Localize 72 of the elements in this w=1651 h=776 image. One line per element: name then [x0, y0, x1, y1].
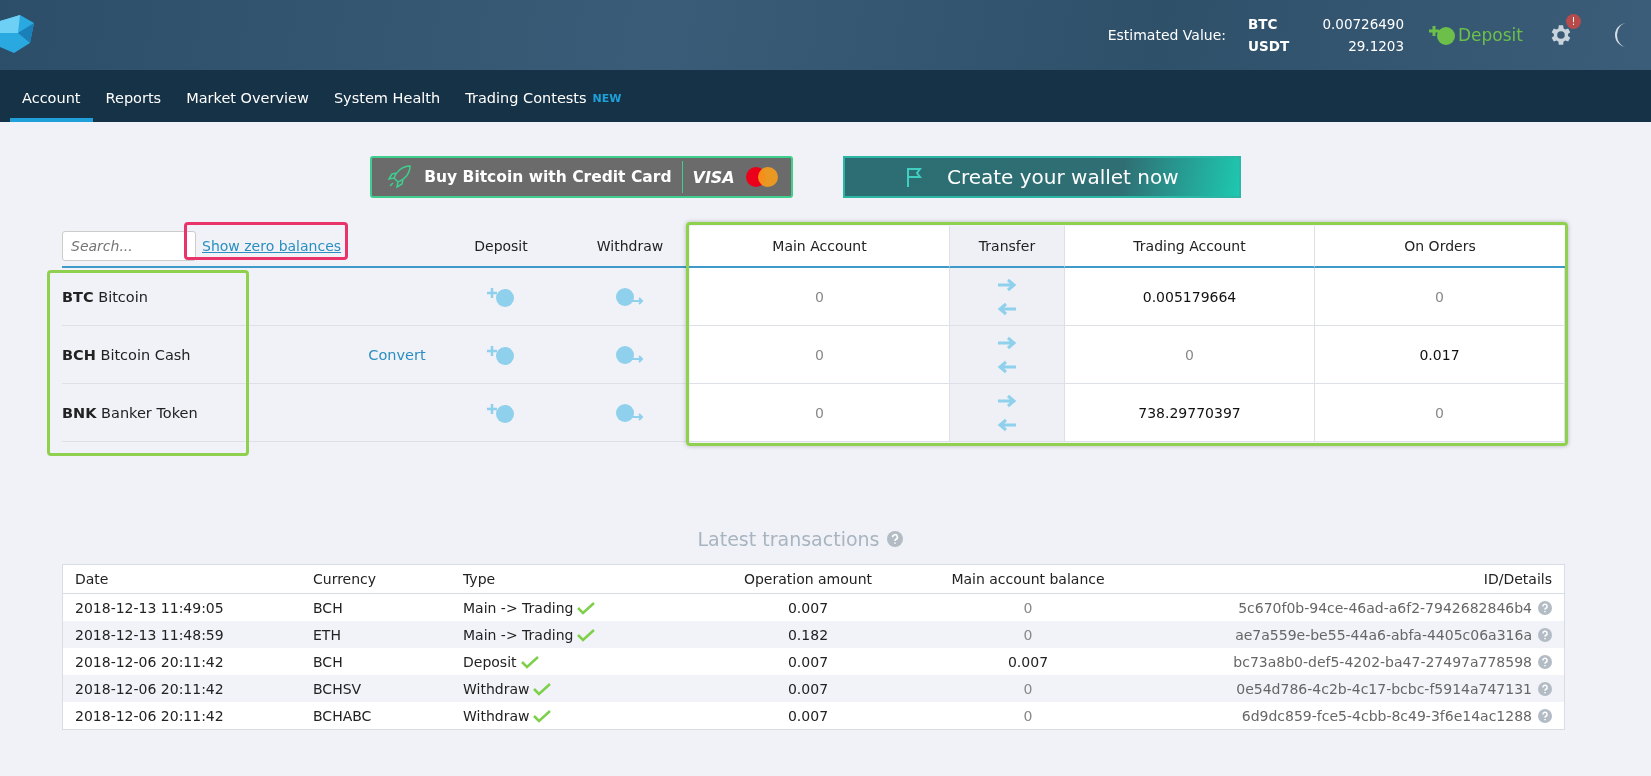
main-account-value: 0: [690, 268, 950, 326]
section-title: Latest transactions: [697, 528, 880, 550]
main-account-value: 0: [690, 384, 950, 442]
table-cell-text: 0.182: [786, 626, 830, 643]
buy-bitcoin-button[interactable]: Buy Bitcoin with Credit Card VISA: [370, 156, 793, 198]
on-orders-value: 0: [1315, 268, 1565, 326]
column-header: ID/Details: [1482, 571, 1553, 587]
new-label: NEW: [592, 91, 622, 105]
table-cell-text: 2018-12-13 11:48:59: [74, 626, 225, 643]
table-cell-text: 2018-12-13 11:49:05: [74, 599, 225, 616]
table-cell-text: 2018-12-06 20:11:42: [74, 653, 225, 670]
column-header: Main Account: [690, 226, 950, 268]
table-cell: 0e54d786-4c2b-4c17-bcbc-f5914a747131: [1236, 680, 1532, 697]
table-cell-text: BCHABC: [313, 707, 373, 724]
column-header: Main account balance: [950, 571, 1106, 587]
table-cell-text: BCHSV: [313, 680, 363, 697]
table-cell-text: 0: [1022, 680, 1034, 697]
table-cell-text: 0: [1022, 599, 1034, 616]
estimated-amount: 0.00726490: [1321, 16, 1404, 32]
column-header: Type: [463, 571, 497, 587]
on-orders-value: 0.017: [1315, 326, 1565, 384]
column-header: On Orders: [1315, 226, 1565, 268]
table-cell-text: 0: [1022, 707, 1034, 724]
column-header: Trading Account: [1065, 226, 1315, 268]
table-cell: bc73a8b0-def5-4202-ba47-27497a778598: [1233, 653, 1532, 670]
column-header: Operation amount: [742, 571, 874, 587]
nav-tab[interactable]: Market Overview: [174, 70, 321, 122]
nav-tab[interactable]: Reports: [93, 70, 174, 122]
table-cell-text: 0.007: [1006, 653, 1050, 670]
table-cell-text: BCH: [313, 599, 344, 616]
table-cell-text: 0.007: [786, 599, 830, 616]
column-header: Currency: [313, 571, 378, 587]
table-cell: 6d9dc859-fce5-4cbb-8c49-3f6e14ac1288: [1241, 707, 1532, 724]
nav-tab[interactable]: System Health: [321, 70, 453, 122]
estimated-value-label: Estimated Value:: [1107, 27, 1226, 43]
table-cell-text: 0: [1022, 626, 1034, 643]
table-cell: Withdraw: [463, 680, 530, 697]
table-cell: Main -> Trading: [463, 626, 574, 643]
coin-name: BCH Bitcoin Cash: [62, 346, 191, 363]
trading-account-value: 0: [1065, 326, 1315, 384]
card-brand-label: VISA: [692, 167, 735, 187]
table-cell-text: 0.007: [786, 707, 830, 724]
column-header: Deposit: [432, 226, 570, 268]
coin-name: BTC Bitcoin: [62, 288, 148, 305]
table-cell-text: BCH: [313, 653, 344, 670]
table-cell: Main -> Trading: [463, 599, 574, 616]
nav-tab[interactable]: Trading Contests NEW: [453, 70, 634, 122]
on-orders-value: 0: [1315, 384, 1565, 442]
nav-tab[interactable]: Account: [10, 70, 93, 122]
coin-name: BNK Banker Token: [62, 404, 198, 421]
search-field[interactable]: Search...: [62, 231, 196, 261]
column-header: Date: [74, 571, 110, 587]
table-cell: Withdraw: [463, 707, 530, 724]
table-cell-text: 0.007: [786, 680, 830, 697]
currency-code: BTC: [1248, 16, 1279, 32]
buy-bitcoin-label: Buy Bitcoin with Credit Card: [424, 168, 672, 186]
main-account-value: 0: [690, 326, 950, 384]
create-wallet-button[interactable]: Create your wallet now: [842, 156, 1241, 198]
currency-code: USDT: [1248, 38, 1291, 54]
table-cell-text: 2018-12-06 20:11:42: [74, 680, 225, 697]
table-cell: Deposit: [463, 653, 517, 670]
table-cell-text: 0.007: [786, 653, 830, 670]
estimated-amount: 29.1203: [1347, 38, 1404, 54]
table-cell-text: ETH: [313, 626, 342, 643]
alert-badge: !: [1566, 14, 1581, 29]
table-cell-text: 2018-12-06 20:11:42: [74, 707, 225, 724]
table-cell: 5c670f0b-94ce-46ad-a6f2-7942682846b4: [1238, 599, 1532, 616]
column-header: Transfer: [950, 226, 1065, 268]
table-cell: ae7a559e-be55-44a6-abfa-4405c06a316a: [1235, 626, 1532, 643]
trading-account-value: 0.005179664: [1065, 268, 1315, 326]
trading-account-value: 738.29770397: [1065, 384, 1315, 442]
create-wallet-label: Create your wallet now: [946, 165, 1179, 189]
